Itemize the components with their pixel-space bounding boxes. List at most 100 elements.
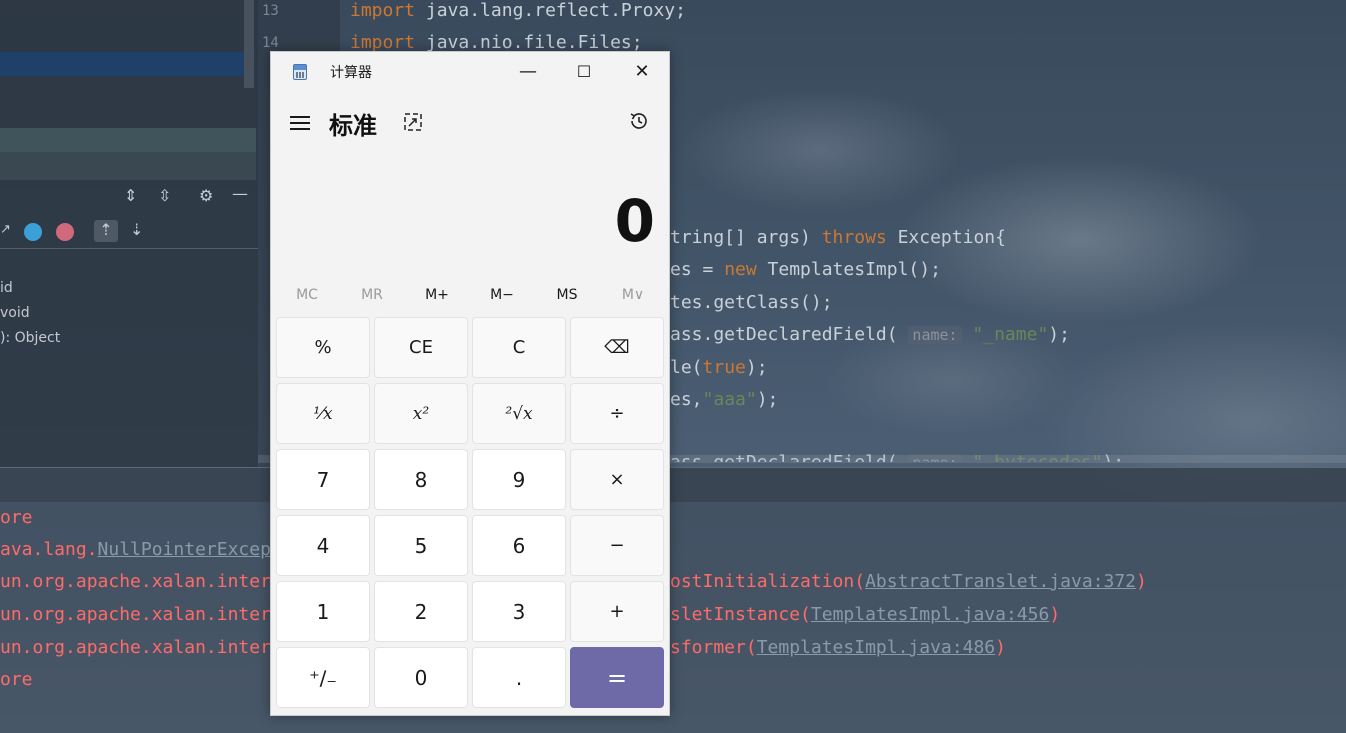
string-literal: "aaa" (702, 389, 757, 410)
field-icon[interactable] (24, 223, 42, 241)
console-toolbar (0, 467, 1346, 502)
multiply-button[interactable]: × (570, 449, 664, 510)
digit-4-button[interactable]: 4 (276, 515, 370, 576)
title-bar[interactable]: 计算器 — ☐ ✕ (271, 52, 669, 92)
minimize-button[interactable]: — (505, 58, 551, 86)
line-number: 13 (262, 3, 279, 19)
code-line[interactable]: tring[] args) throws Exception{ (670, 227, 1006, 248)
gear-icon[interactable]: ⚙ (199, 186, 213, 205)
code-text: ); (1048, 324, 1070, 345)
digit-2-button[interactable]: 2 (374, 581, 468, 642)
console-line: un.org.apache.xalan.inter (0, 604, 271, 625)
panel-divider (0, 248, 258, 249)
sort-up-icon[interactable]: ⇡ (94, 220, 118, 242)
keep-on-top-icon[interactable] (403, 112, 423, 132)
digit-9-button[interactable]: 9 (472, 449, 566, 510)
console-line: ostInitialization(AbstractTranslet.java:… (670, 571, 1147, 592)
console-line: ore (0, 669, 33, 690)
code-text: ); (756, 389, 779, 410)
square-root-button[interactable]: ²√x (472, 383, 566, 444)
decimal-button[interactable]: . (472, 647, 566, 708)
stacktrace-link[interactable]: TemplatesImpl.java:486 (757, 637, 995, 658)
add-button[interactable]: + (570, 581, 664, 642)
code-text: Exception{ (886, 227, 1006, 248)
code-text: java.nio.file.Files; (415, 32, 643, 53)
partial-icon[interactable]: ↗ (0, 222, 11, 237)
negate-button[interactable]: ⁺∕₋ (276, 647, 370, 708)
code-line[interactable]: import java.lang.reflect.Proxy; (350, 0, 686, 21)
code-text: le( (670, 357, 703, 378)
history-icon[interactable] (628, 110, 650, 132)
percent-button[interactable]: % (276, 317, 370, 378)
code-line[interactable]: import java.nio.file.Files; (350, 32, 643, 53)
code-text: TemplatesImpl(); (756, 259, 941, 280)
stacktrace-link[interactable]: AbstractTranslet.java:372 (865, 571, 1136, 592)
line-number: 14 (262, 35, 279, 51)
memory-add-button[interactable]: M+ (407, 278, 467, 312)
reciprocal-button[interactable]: ¹⁄x (276, 383, 370, 444)
project-scrollbar[interactable] (244, 0, 254, 88)
window-title: 计算器 (330, 65, 372, 81)
close-button[interactable]: ✕ (619, 58, 665, 86)
maximize-button[interactable]: ☐ (561, 58, 607, 86)
console-text: sletInstance( (670, 604, 811, 625)
structure-item[interactable]: ): Object (0, 326, 60, 351)
console-line: ore (0, 507, 33, 528)
project-row[interactable] (0, 152, 256, 180)
param-hint: name: (908, 326, 962, 344)
structure-item[interactable]: id (0, 276, 60, 301)
code-text: java.lang.reflect.Proxy; (415, 0, 686, 21)
exception-link[interactable]: NullPointerExcep (98, 539, 271, 560)
memory-list-button[interactable]: M∨ (603, 278, 663, 312)
console-text: ostInitialization( (670, 571, 866, 592)
console-line: sletInstance(TemplatesImpl.java:456) (670, 604, 1060, 625)
divide-button[interactable]: ÷ (570, 383, 664, 444)
digit-3-button[interactable]: 3 (472, 581, 566, 642)
digit-5-button[interactable]: 5 (374, 515, 468, 576)
memory-subtract-button[interactable]: M− (472, 278, 532, 312)
keypad: % CE C ⌫ ¹⁄x x² ²√x ÷ 7 8 9 × 4 5 6 − 1 … (276, 317, 666, 712)
memory-recall-button[interactable]: MR (342, 278, 402, 312)
code-text: tring[] args) (670, 227, 822, 248)
digit-7-button[interactable]: 7 (276, 449, 370, 510)
expand-all-icon[interactable]: ⇕ (124, 186, 137, 205)
result-display: 0 (614, 187, 655, 255)
code-line[interactable]: ass.getDeclaredField( name: "_name"); (670, 324, 1070, 345)
calculator-window: 计算器 — ☐ ✕ 标准 0 MC MR M+ M− MS M∨ % CE C … (270, 51, 670, 716)
digit-6-button[interactable]: 6 (472, 515, 566, 576)
code-line[interactable]: tes.getClass(); (670, 292, 833, 313)
keyword: throws (821, 227, 887, 248)
structure-item[interactable]: void (0, 301, 60, 326)
memory-store-button[interactable]: MS (537, 278, 597, 312)
square-button[interactable]: x² (374, 383, 468, 444)
code-text: ass.getDeclaredField( (670, 324, 898, 345)
console-line: ava.lang.NullPointerExcep (0, 539, 271, 560)
backspace-button[interactable]: ⌫ (570, 317, 664, 378)
digit-8-button[interactable]: 8 (374, 449, 468, 510)
code-line[interactable]: es,"aaa"); (670, 389, 778, 410)
code-text: es, (670, 389, 703, 410)
digit-0-button[interactable]: 0 (374, 647, 468, 708)
code-line[interactable]: es = new TemplatesImpl(); (670, 259, 941, 280)
clear-button[interactable]: C (472, 317, 566, 378)
console-line: un.org.apache.xalan.inter (0, 571, 271, 592)
project-highlight-row[interactable] (0, 128, 256, 152)
console-text: ) (1136, 571, 1147, 592)
mode-title: 标准 (329, 112, 377, 140)
memory-clear-button[interactable]: MC (277, 278, 337, 312)
project-selected-row[interactable] (0, 52, 244, 76)
console-text: ) (995, 637, 1006, 658)
sort-down-icon[interactable]: ⇣ (130, 220, 143, 239)
keyword: import (350, 0, 416, 21)
equals-button[interactable]: = (570, 647, 664, 708)
subtract-button[interactable]: − (570, 515, 664, 576)
digit-1-button[interactable]: 1 (276, 581, 370, 642)
menu-icon[interactable] (290, 116, 310, 130)
lambda-icon[interactable] (56, 223, 74, 241)
code-line[interactable]: le(true); (670, 357, 768, 378)
clear-entry-button[interactable]: CE (374, 317, 468, 378)
string-literal: "_name" (972, 324, 1049, 345)
minimize-icon[interactable]: — (232, 184, 248, 203)
stacktrace-link[interactable]: TemplatesImpl.java:456 (811, 604, 1049, 625)
collapse-all-icon[interactable]: ⇳ (158, 186, 171, 205)
